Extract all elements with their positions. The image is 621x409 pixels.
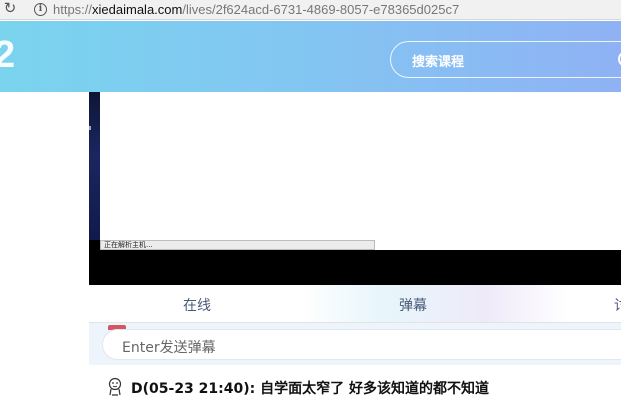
player-control-bar[interactable] <box>89 250 621 285</box>
search-placeholder: 搜索课程 <box>412 55 465 70</box>
url-field[interactable]: https://xiedaimala.com/lives/2f624acd-67… <box>53 1 459 18</box>
url-path: /lives/2f624acd-6731-4869-8057-e78365d02… <box>182 2 460 17</box>
avatar-icon <box>108 377 122 396</box>
reload-icon[interactable]: ↻ <box>2 1 18 17</box>
url-scheme: https:// <box>53 2 93 17</box>
message-text: D(05-23 21:40): 自学面太窄了 好多该知道的都不知道 <box>131 381 489 397</box>
tab-online[interactable]: 在线 <box>183 295 211 315</box>
browser-address-bar: ↻ i https://xiedaimala.com/lives/2f624ac… <box>0 0 621 20</box>
tab-discussion[interactable]: 讨 <box>614 295 621 315</box>
danmu-input[interactable]: Enter发送弹幕 <box>102 329 621 360</box>
video-frame <box>89 92 100 250</box>
tab-danmu[interactable]: 弹幕 <box>399 295 427 315</box>
danmu-placeholder: Enter发送弹幕 <box>122 340 216 356</box>
site-logo[interactable]: 2 <box>0 35 15 75</box>
danmu-input-area: Enter发送弹幕 <box>89 323 621 365</box>
loading-status-bar: 正在解析主机... <box>100 240 375 250</box>
info-icon[interactable]: i <box>34 3 47 16</box>
url-host: xiedaimala.com <box>92 2 183 17</box>
site-header: 2 搜索课程 <box>0 21 621 92</box>
loading-status-text: 正在解析主机... <box>104 241 153 249</box>
video-frame-mark <box>89 126 91 130</box>
tab-bar: 在线 弹幕 讨 <box>89 285 621 323</box>
video-player[interactable]: 正在解析主机... <box>89 92 621 285</box>
search-input[interactable]: 搜索课程 <box>390 41 621 78</box>
